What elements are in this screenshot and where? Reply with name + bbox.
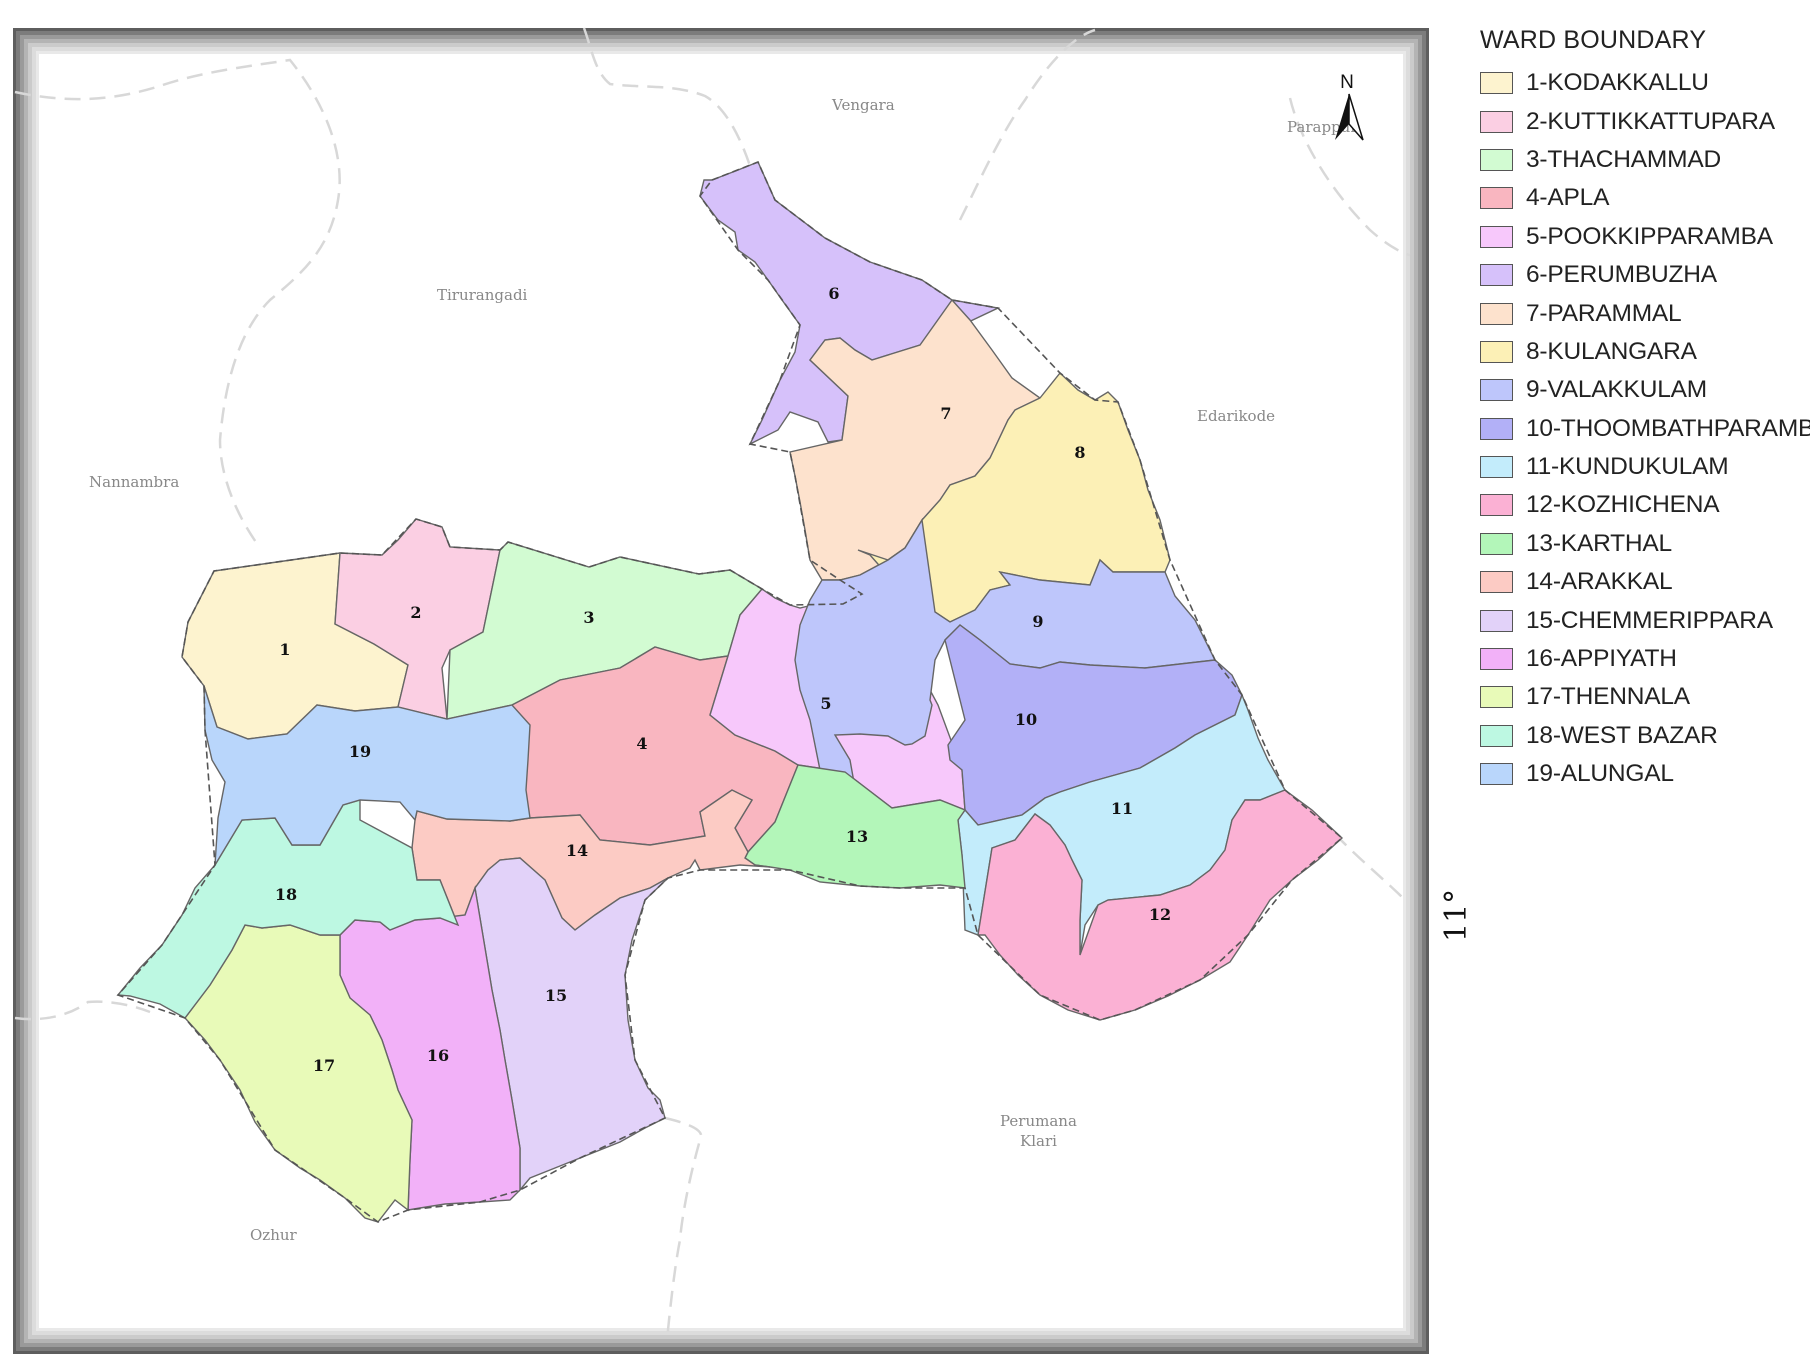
legend-item: 7-PARAMMAL xyxy=(1480,294,1800,332)
ward-label-10: 10 xyxy=(1015,710,1037,729)
legend-item: 15-CHEMMERIPPARA xyxy=(1480,601,1800,639)
ward-label-15: 15 xyxy=(545,986,567,1005)
legend-item: 10-THOOMBATHPARAMBA xyxy=(1480,410,1810,448)
ward-label-17: 17 xyxy=(313,1056,335,1075)
ward-label-1: 1 xyxy=(279,640,290,659)
legend-label: 13-KARTHAL xyxy=(1526,529,1672,557)
legend-label: 5-POOKKIPPARAMBA xyxy=(1526,222,1773,250)
place-nannambra: Nannambra xyxy=(89,473,179,491)
legend-label: 7-PARAMMAL xyxy=(1526,299,1682,327)
ward-label-9: 9 xyxy=(1032,612,1043,631)
legend-swatch xyxy=(1480,302,1513,325)
legend-swatch xyxy=(1480,340,1513,363)
legend-item: 11-KUNDUKULAM xyxy=(1480,448,1800,486)
legend-items: 1-KODAKKALLU 2-KUTTIKKATTUPARA 3-THACHAMMA… xyxy=(1480,64,1810,793)
legend-item: 16-APPIYATH xyxy=(1480,640,1800,678)
legend-swatch xyxy=(1480,379,1513,402)
legend-item: 3-THACHAMMAD xyxy=(1480,141,1800,179)
ward-label-8: 8 xyxy=(1074,443,1085,462)
latitude-label: 11° xyxy=(1439,889,1474,942)
legend-label: 17-THENNALA xyxy=(1526,683,1690,711)
ward-label-11: 11 xyxy=(1111,799,1133,818)
place-perumana: Perumana xyxy=(1000,1112,1077,1130)
legend-swatch xyxy=(1480,187,1513,210)
legend-swatch xyxy=(1480,72,1513,95)
ward-label-18: 18 xyxy=(275,885,297,904)
ward-label-3: 3 xyxy=(583,608,594,627)
ward-label-6: 6 xyxy=(828,284,839,303)
legend-label: 11-KUNDUKULAM xyxy=(1526,453,1729,481)
legend-label: 15-CHEMMERIPPARA xyxy=(1526,606,1773,634)
legend-swatch xyxy=(1480,264,1513,287)
legend-swatch xyxy=(1480,148,1513,171)
legend-swatch xyxy=(1480,763,1513,786)
legend-label: 1-KODAKKALLU xyxy=(1526,69,1709,97)
legend-swatch xyxy=(1480,532,1513,555)
legend-label: 9-VALAKKULAM xyxy=(1526,376,1707,404)
legend-label: 19-ALUNGAL xyxy=(1526,760,1674,788)
legend-label: 2-KUTTIKKATTUPARA xyxy=(1526,107,1775,135)
legend-swatch xyxy=(1480,648,1513,671)
legend: WARD BOUNDARY 1-KODAKKALLU 2-KUTTIKKATTUP… xyxy=(1480,26,1810,793)
ward-label-16: 16 xyxy=(427,1046,449,1065)
legend-item: 19-ALUNGAL xyxy=(1480,755,1800,793)
legend-label: 6-PERUMBUZHA xyxy=(1526,261,1717,289)
legend-item: 5-POOKKIPPARAMBA xyxy=(1480,218,1800,256)
legend-swatch xyxy=(1480,494,1513,517)
legend-swatch xyxy=(1480,456,1513,479)
legend-item: 1-KODAKKALLU xyxy=(1480,64,1800,102)
ward-label-19: 19 xyxy=(349,742,371,761)
legend-swatch xyxy=(1480,571,1513,594)
legend-swatch xyxy=(1480,724,1513,747)
place-edarikode: Edarikode xyxy=(1197,407,1275,425)
legend-label: 10-THOOMBATHPARAMBA xyxy=(1526,414,1810,442)
north-label: N xyxy=(1340,72,1354,93)
legend-swatch xyxy=(1480,609,1513,632)
legend-label: 18-WEST BAZAR xyxy=(1526,721,1718,749)
ward-label-12: 12 xyxy=(1149,905,1171,924)
ward-label-4: 4 xyxy=(636,734,647,753)
ward-label-7: 7 xyxy=(940,404,951,423)
legend-label: 4-APLA xyxy=(1526,184,1610,212)
place-vengara: Vengara xyxy=(831,96,895,114)
legend-title: WARD BOUNDARY xyxy=(1480,26,1707,54)
legend-item: 17-THENNALA xyxy=(1480,678,1800,716)
legend-item: 12-KOZHICHENA xyxy=(1480,486,1800,524)
place-tirurangadi: Tirurangadi xyxy=(437,286,528,304)
legend-item: 14-ARAKKAL xyxy=(1480,563,1800,601)
legend-item: 6-PERUMBUZHA xyxy=(1480,256,1800,294)
legend-item: 13-KARTHAL xyxy=(1480,525,1800,563)
legend-swatch xyxy=(1480,686,1513,709)
legend-label: 12-KOZHICHENA xyxy=(1526,491,1720,519)
ward-label-5: 5 xyxy=(820,694,831,713)
legend-item: 18-WEST BAZAR xyxy=(1480,717,1800,755)
legend-item: 4-APLA xyxy=(1480,179,1800,217)
legend-item: 9-VALAKKULAM xyxy=(1480,371,1800,409)
place-klari: Klari xyxy=(1020,1132,1057,1150)
ward-label-13: 13 xyxy=(846,827,868,846)
place-ozhur: Ozhur xyxy=(250,1226,298,1244)
legend-label: 16-APPIYATH xyxy=(1526,645,1677,673)
ward-label-14: 14 xyxy=(566,841,588,860)
legend-label: 3-THACHAMMAD xyxy=(1526,145,1721,173)
legend-swatch xyxy=(1480,225,1513,248)
legend-swatch xyxy=(1480,417,1513,440)
legend-label: 8-KULANGARA xyxy=(1526,337,1697,365)
legend-swatch xyxy=(1480,110,1513,133)
legend-item: 2-KUTTIKKATTUPARA xyxy=(1480,102,1800,140)
legend-item: 8-KULANGARA xyxy=(1480,333,1800,371)
ward-label-2: 2 xyxy=(410,603,421,622)
legend-label: 14-ARAKKAL xyxy=(1526,568,1673,596)
